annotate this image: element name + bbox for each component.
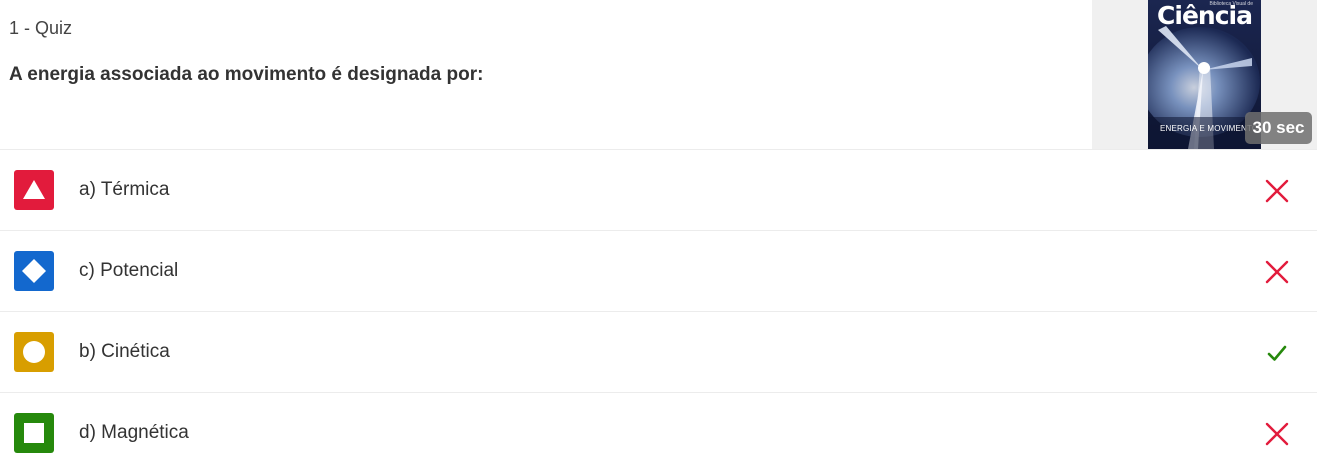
incorrect-x-icon <box>1265 422 1289 446</box>
incorrect-x-icon <box>1265 260 1289 284</box>
diamond-icon <box>14 251 54 291</box>
answer-label: c) Potencial <box>79 260 179 281</box>
answer-option: d) Magnética <box>0 393 1317 474</box>
answer-label: d) Magnética <box>79 422 189 443</box>
square-icon <box>14 413 54 453</box>
answer-option: b) Cinética <box>0 312 1317 393</box>
question-text: A energia associada ao movimento é desig… <box>9 64 484 85</box>
question-header: 1 - Quiz A energia associada ao moviment… <box>0 0 1317 150</box>
incorrect-x-icon <box>1265 179 1289 203</box>
answer-option: c) Potencial <box>0 231 1317 312</box>
triangle-icon <box>14 170 54 210</box>
correct-check-icon <box>1267 345 1287 361</box>
circle-icon <box>14 332 54 372</box>
cover-caption: ENERGIA E MOVIMENTO <box>1160 124 1259 133</box>
time-limit-badge: 30 sec <box>1245 112 1312 144</box>
cover-brand: Ciência <box>1157 1 1253 30</box>
answer-label: a) Térmica <box>79 179 170 200</box>
answer-option: a) Térmica <box>0 150 1317 231</box>
answer-list: a) Térmica c) Potencial b) Cinética d) M… <box>0 150 1317 474</box>
answer-label: b) Cinética <box>79 341 170 362</box>
question-number: 1 - Quiz <box>9 18 73 38</box>
